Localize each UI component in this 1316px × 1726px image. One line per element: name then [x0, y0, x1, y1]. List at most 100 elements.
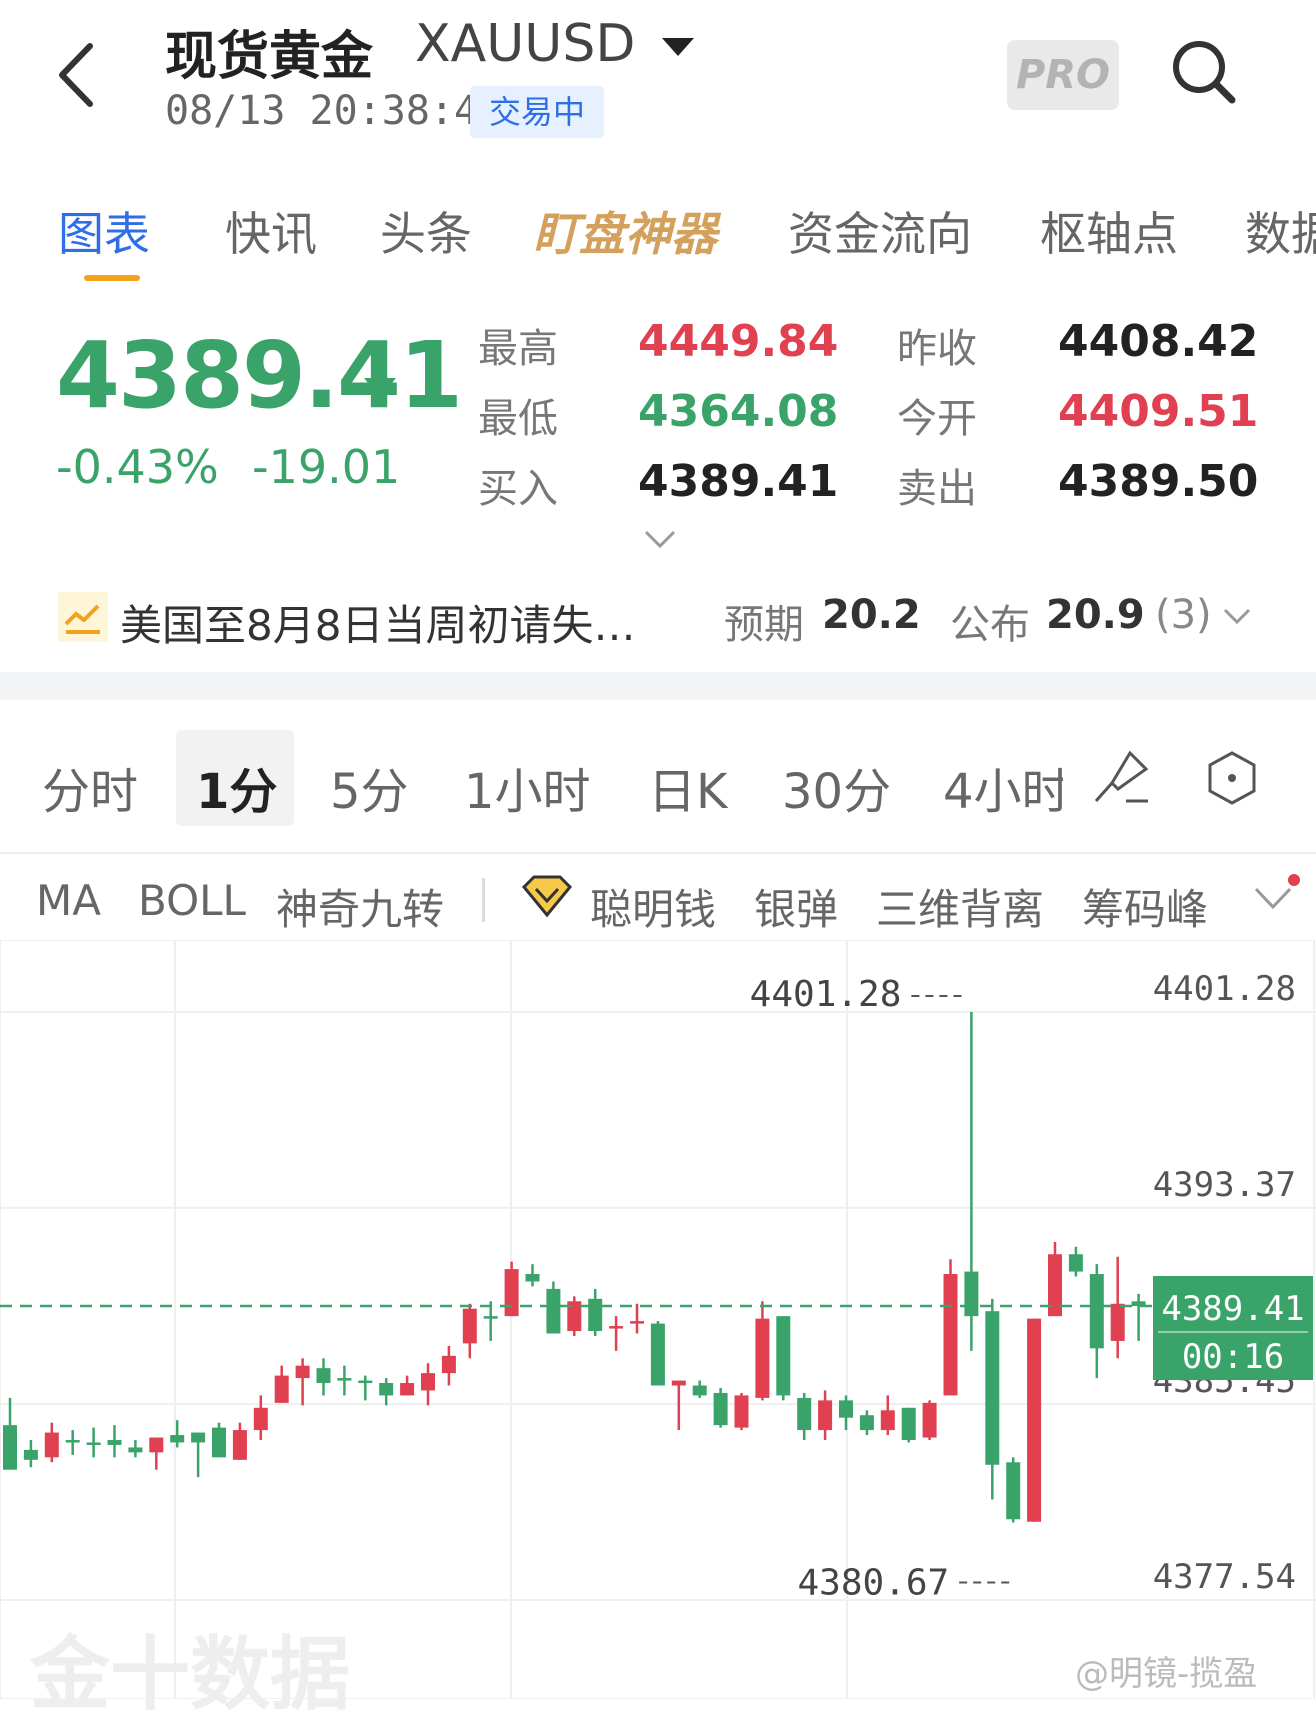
high-marker-label: 4401.28: [750, 974, 902, 1015]
tab-headlines[interactable]: 头条: [380, 198, 472, 264]
candle-body: [859, 1415, 874, 1431]
author-credit: @明镜-揽盈: [1075, 1654, 1258, 1694]
forecast-label: 预期: [724, 602, 804, 648]
open-label: 今开: [897, 396, 977, 442]
candle-body: [1006, 1462, 1021, 1520]
indicator-separator: [482, 878, 485, 922]
tab-chart[interactable]: 图表: [58, 198, 150, 264]
tab-pivot-points[interactable]: 枢轴点: [1040, 198, 1178, 264]
current-price-label: 4389.41: [1161, 1289, 1304, 1329]
candle-body: [734, 1395, 749, 1428]
candle-body: [295, 1365, 310, 1379]
trading-status-badge: 交易中: [470, 86, 604, 138]
candle-body: [1068, 1254, 1083, 1272]
countdown-label: 00:16: [1182, 1337, 1284, 1377]
y-tick-label: 4401.28: [1153, 969, 1296, 1009]
candle-body: [462, 1308, 477, 1344]
search-icon[interactable]: [1170, 38, 1238, 106]
indicator-chip-peak[interactable]: 筹码峰: [1082, 876, 1208, 937]
candle-body: [170, 1435, 185, 1443]
indicator-3d-divergence[interactable]: 三维背离: [876, 876, 1044, 937]
news-count: (3): [1155, 592, 1212, 638]
candle-body: [504, 1269, 519, 1317]
open-value: 4409.51: [1058, 386, 1259, 437]
candle-body: [212, 1427, 226, 1458]
bid-value: 4389.41: [638, 456, 839, 507]
change-percent: -0.43%: [56, 440, 219, 494]
period-1min[interactable]: 1分: [196, 752, 277, 822]
candlestick-chart[interactable]: 4401.284393.374385.454377.54 4401.284380…: [0, 940, 1316, 1699]
candle-body: [880, 1410, 895, 1431]
symbol-dropdown-icon[interactable]: [662, 38, 694, 56]
indicator-td-sequential[interactable]: 神奇九转: [276, 876, 444, 937]
pro-button[interactable]: PRO: [1007, 40, 1119, 110]
tab-data[interactable]: 数据: [1245, 198, 1316, 264]
back-arrow-icon[interactable]: [52, 40, 100, 110]
candle-body: [525, 1274, 540, 1282]
period-tick[interactable]: 分时: [42, 752, 138, 822]
actual-label: 公布: [950, 602, 1030, 648]
candle-body: [692, 1385, 707, 1396]
low-marker-label: 4380.67: [797, 1562, 949, 1603]
candle-body: [232, 1430, 247, 1460]
low-label: 最低: [478, 396, 558, 442]
candle-body: [107, 1439, 122, 1445]
candle-body: [818, 1400, 833, 1431]
tab-flash-news[interactable]: 快讯: [225, 198, 317, 264]
candle-body: [441, 1355, 456, 1374]
last-price: 4389.41: [56, 322, 463, 429]
news-expand-chevron-icon[interactable]: [1222, 606, 1252, 626]
notification-dot: [1288, 874, 1300, 886]
tab-fund-flow[interactable]: 资金流向: [788, 198, 972, 264]
candle-body: [650, 1323, 665, 1386]
chart-overlay: 4401.28 4380.67 4389.41 00:16: [0, 974, 1313, 1603]
candle-body: [1089, 1274, 1104, 1349]
candle-body: [964, 1271, 979, 1317]
candle-body: [86, 1442, 101, 1445]
high-label: 最高: [478, 326, 558, 372]
period-1hour[interactable]: 1小时: [464, 752, 591, 822]
indicator-boll[interactable]: BOLL: [138, 876, 246, 925]
candle-body: [3, 1425, 17, 1470]
candle-body: [839, 1400, 853, 1418]
period-4hour[interactable]: 4小时: [943, 752, 1063, 822]
indicator-ma[interactable]: MA: [36, 876, 101, 925]
active-tab-underline: [84, 275, 140, 281]
period-30min[interactable]: 30分: [782, 752, 891, 822]
more-indicators-chevron-icon[interactable]: [1253, 885, 1293, 911]
ask-value: 4389.50: [1058, 456, 1259, 507]
y-tick-label: 4393.37: [1153, 1165, 1296, 1205]
candle-body: [44, 1432, 59, 1458]
candle-body: [922, 1402, 937, 1438]
period-5min[interactable]: 5分: [330, 752, 409, 822]
candle-body: [609, 1326, 624, 1329]
change-amount: -19.01: [252, 440, 401, 494]
expand-quote-chevron-icon[interactable]: [643, 528, 677, 550]
candle-body: [1110, 1303, 1125, 1341]
period-daily[interactable]: 日K: [648, 752, 727, 822]
quote-timestamp: 08/13 20:38:44: [165, 88, 503, 134]
chart-settings-icon[interactable]: [1204, 750, 1260, 806]
candle-body: [483, 1316, 498, 1319]
indicator-silver-bullet[interactable]: 银弹: [754, 876, 838, 937]
instrument-symbol[interactable]: XAUUSD: [415, 14, 635, 74]
candle-body: [630, 1321, 644, 1324]
forecast-value: 20.2: [822, 592, 921, 638]
candle-body: [316, 1368, 331, 1384]
candle-body: [797, 1397, 812, 1431]
candle-body: [985, 1311, 1000, 1465]
candle-body: [400, 1383, 415, 1396]
ask-label: 卖出: [897, 466, 977, 512]
tab-watch-tool[interactable]: 盯盘神器: [533, 198, 717, 264]
candle-body: [671, 1380, 686, 1386]
candle-body: [588, 1298, 603, 1332]
indicator-smart-money[interactable]: 聪明钱: [590, 876, 716, 937]
drawing-tool-icon[interactable]: [1090, 745, 1152, 807]
candle-body: [776, 1316, 791, 1396]
price-down-arrow-icon: [364, 354, 396, 398]
candle-body: [546, 1288, 561, 1334]
section-divider: [0, 672, 1316, 700]
watermark: 金十数据: [30, 1628, 350, 1721]
prev-close-label: 昨收: [897, 326, 977, 372]
news-headline[interactable]: 美国至8月8日当周初请失…: [120, 592, 635, 653]
